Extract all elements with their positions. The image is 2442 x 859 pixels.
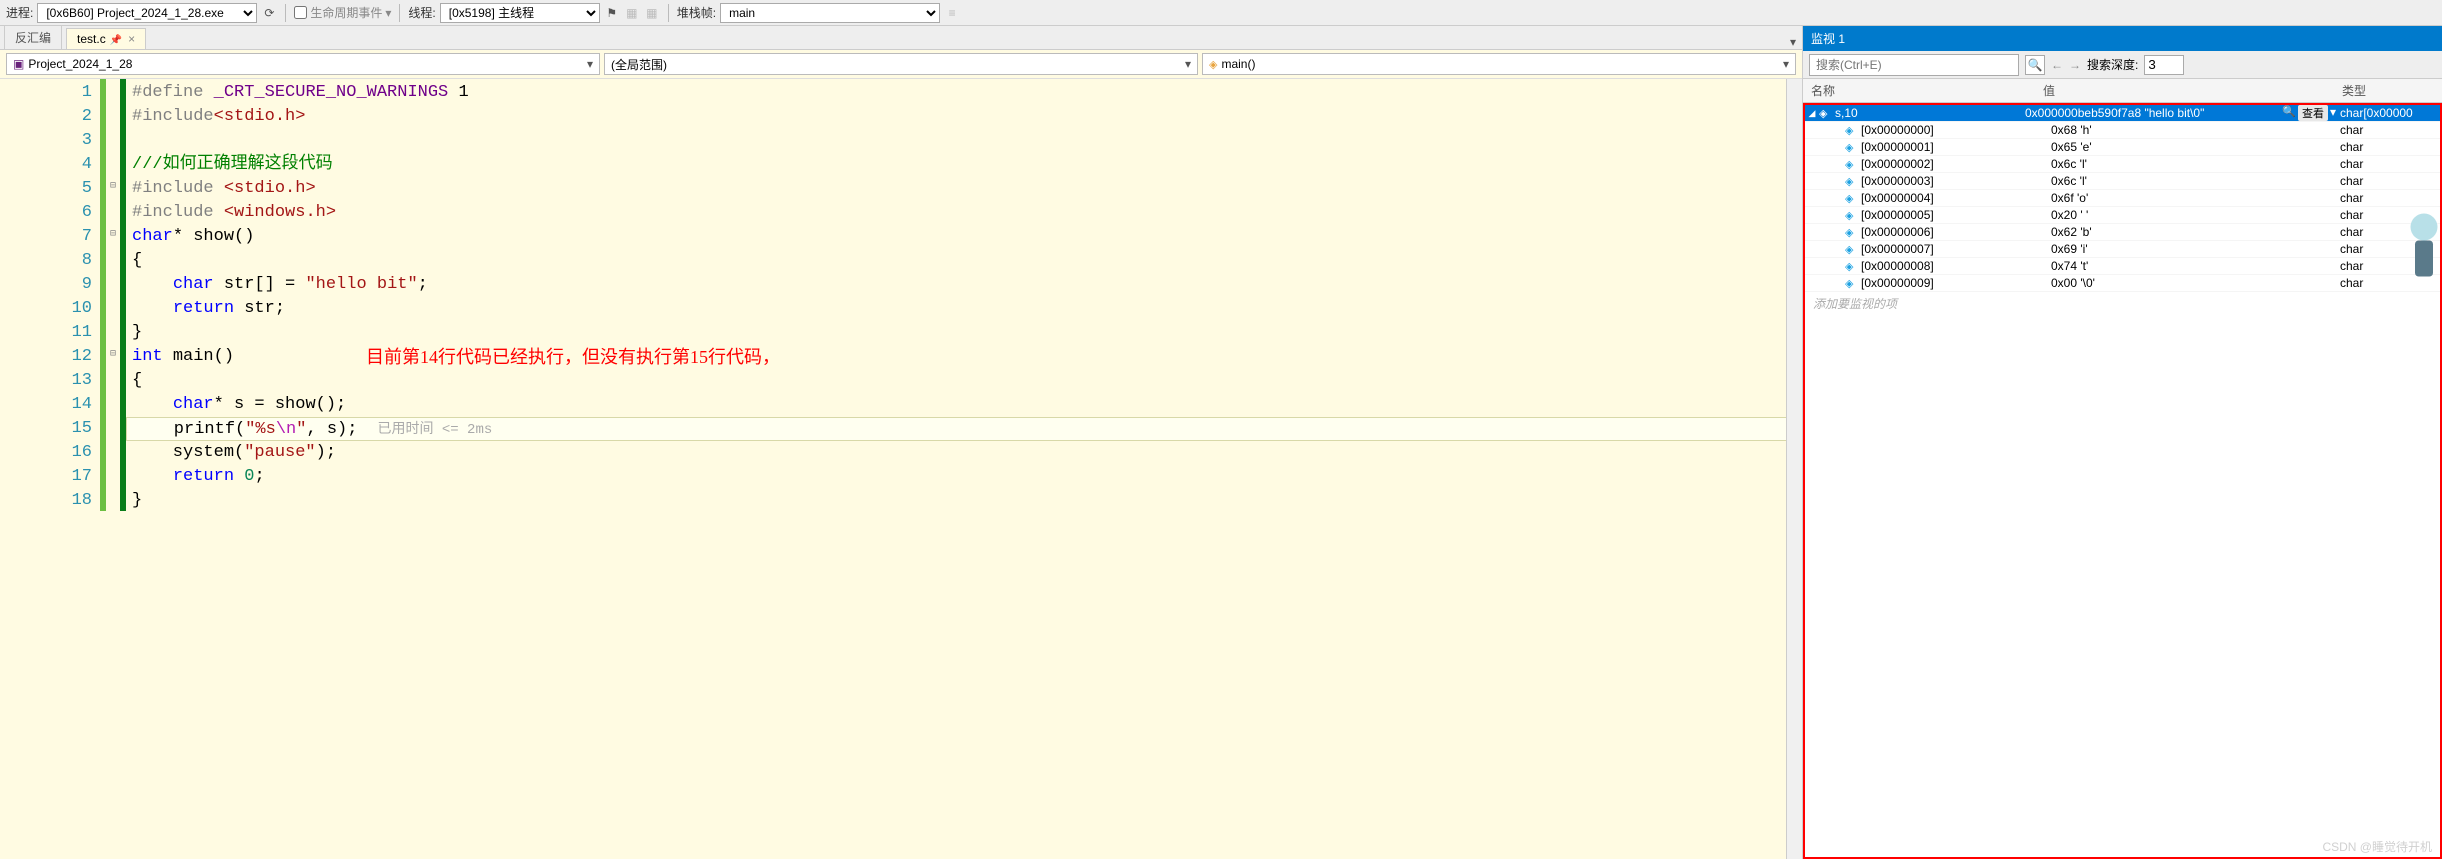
tab-disassembly[interactable]: 反汇编 [4, 25, 62, 49]
watch-row[interactable]: ◈[0x00000005]0x20 ' 'char [1805, 207, 2440, 224]
process-label: 进程: [6, 4, 33, 21]
search-icon[interactable]: 🔍 [2025, 55, 2045, 75]
view-button[interactable]: 查看 [2298, 105, 2328, 121]
watermark: CSDN @睡觉待开机 [2322, 838, 2432, 855]
watch-row[interactable]: ◈[0x00000003]0x6c 'l'char [1805, 173, 2440, 190]
close-icon[interactable]: × [128, 32, 135, 46]
chevron-down-icon: ▾ [1185, 57, 1191, 71]
depth-input[interactable] [2144, 55, 2184, 75]
watch-row[interactable]: ◈[0x00000007]0x69 'i'char [1805, 241, 2440, 258]
variable-icon: ◈ [1845, 260, 1861, 273]
thread-icon: ▦ [624, 5, 640, 21]
process-select[interactable]: [0x6B60] Project_2024_1_28.exe [37, 3, 257, 23]
watch-grid: ◢ ◈ s,10 0x000000beb590f7a8 "hello bit\0… [1803, 103, 2442, 859]
project-dropdown[interactable]: ▣Project_2024_1_28▾ [6, 53, 600, 75]
watch-row[interactable]: ◈[0x00000004]0x6f 'o'char [1805, 190, 2440, 207]
watch-columns: 名称 值 类型 [1803, 79, 2442, 103]
watch-row[interactable]: ◈[0x00000000]0x68 'h'char [1805, 122, 2440, 139]
list-icon: ≡ [944, 5, 960, 21]
code-editor[interactable]: 123 456 789 101112 1314 ➔15 161718 ⊟ ⊟ ⊟ [0, 79, 1802, 859]
variable-icon: ◈ [1845, 192, 1861, 205]
collapse-icon[interactable]: ◢ [1805, 108, 1819, 119]
variable-icon: ◈ [1845, 158, 1861, 171]
thread-select[interactable]: [0x5198] 主线程 [440, 3, 600, 23]
separator [668, 4, 669, 22]
thread2-icon: ▦ [644, 5, 660, 21]
watch-row[interactable]: ◈[0x00000008]0x74 't'char [1805, 258, 2440, 275]
chevron-down-icon: ▾ [1783, 57, 1789, 71]
cube-icon: ◈ [1209, 58, 1217, 71]
watch-row[interactable]: ◈[0x00000009]0x00 '\0'char [1805, 275, 2440, 292]
variable-icon: ◈ [1845, 226, 1861, 239]
depth-label: 搜索深度: [2087, 56, 2138, 73]
perf-hint: 已用时间 <= 2ms [377, 422, 492, 438]
watch-title: 监视 1 [1803, 26, 2442, 51]
fold-toggle[interactable]: ⊟ [106, 175, 120, 199]
function-dropdown[interactable]: ◈main()▾ [1202, 53, 1796, 75]
col-type[interactable]: 类型 [2342, 82, 2442, 99]
scope-dropdown[interactable]: (全局范围)▾ [604, 53, 1198, 75]
pin-icon[interactable]: 📌 [110, 35, 122, 46]
annotation-text: 目前第14行代码已经执行，但没有执行第15行代码， [366, 345, 780, 369]
watch-toolbar: 🔍 ← → 搜索深度: [1803, 51, 2442, 79]
variable-icon: ◈ [1845, 243, 1861, 256]
watch-row[interactable]: ◈[0x00000001]0x65 'e'char [1805, 139, 2440, 156]
mascot-icon [2406, 200, 2442, 290]
watch-panel: 监视 1 🔍 ← → 搜索深度: 名称 值 类型 ◢ ◈ s,10 0x0000… [1802, 26, 2442, 859]
variable-icon: ◈ [1845, 124, 1861, 137]
watch-root-row[interactable]: ◢ ◈ s,10 0x000000beb590f7a8 "hello bit\0… [1805, 105, 2440, 122]
variable-icon: ◈ [1845, 209, 1861, 222]
line-numbers: 123 456 789 101112 1314 ➔15 161718 [0, 79, 100, 859]
watch-row[interactable]: ◈[0x00000002]0x6c 'l'char [1805, 156, 2440, 173]
variable-icon: ◈ [1845, 141, 1861, 154]
lifecycle-checkbox[interactable]: 生命周期事件 ▾ [294, 4, 391, 21]
tab-strip: 反汇编 test.c📌× ▾ [0, 26, 1802, 50]
navigation-bar: ▣Project_2024_1_28▾ (全局范围)▾ ◈main()▾ [0, 50, 1802, 79]
tab-overflow[interactable]: ▾ [1784, 35, 1802, 49]
watch-row[interactable]: ◈[0x00000006]0x62 'b'char [1805, 224, 2440, 241]
separator [285, 4, 286, 22]
stack-label: 堆栈帧: [677, 4, 716, 21]
code-content[interactable]: #define _CRT_SECURE_NO_WARNINGS 1 #inclu… [126, 79, 1802, 859]
stack-select[interactable]: main [720, 3, 940, 23]
watch-search-input[interactable] [1809, 54, 2019, 76]
vertical-scrollbar[interactable] [1786, 79, 1802, 859]
flag-icon[interactable]: ⚑ [604, 5, 620, 21]
separator [399, 4, 400, 22]
chevron-down-icon[interactable]: ▾ [2330, 105, 2336, 121]
chevron-down-icon: ▾ [587, 57, 593, 71]
fold-toggle[interactable]: ⊟ [106, 343, 120, 367]
fold-gutter: ⊟ ⊟ ⊟ [106, 79, 120, 859]
prev-icon[interactable]: ← [2051, 58, 2063, 72]
variable-icon: ◈ [1819, 107, 1835, 120]
refresh-icon[interactable]: ⟳ [261, 5, 277, 21]
variable-icon: ◈ [1845, 277, 1861, 290]
editor-pane: 反汇编 test.c📌× ▾ ▣Project_2024_1_28▾ (全局范围… [0, 26, 1802, 859]
watch-add-item[interactable]: 添加要监视的项 [1805, 292, 2440, 315]
tab-file[interactable]: test.c📌× [66, 28, 146, 49]
variable-icon: ◈ [1845, 175, 1861, 188]
magnifier-icon[interactable]: 🔍 [2282, 105, 2296, 121]
next-icon[interactable]: → [2069, 58, 2081, 72]
debug-toolbar: 进程: [0x6B60] Project_2024_1_28.exe ⟳ 生命周… [0, 0, 2442, 26]
col-name[interactable]: 名称 [1803, 82, 2043, 99]
fold-toggle[interactable]: ⊟ [106, 223, 120, 247]
thread-label: 线程: [408, 4, 435, 21]
col-value[interactable]: 值 [2043, 82, 2342, 99]
